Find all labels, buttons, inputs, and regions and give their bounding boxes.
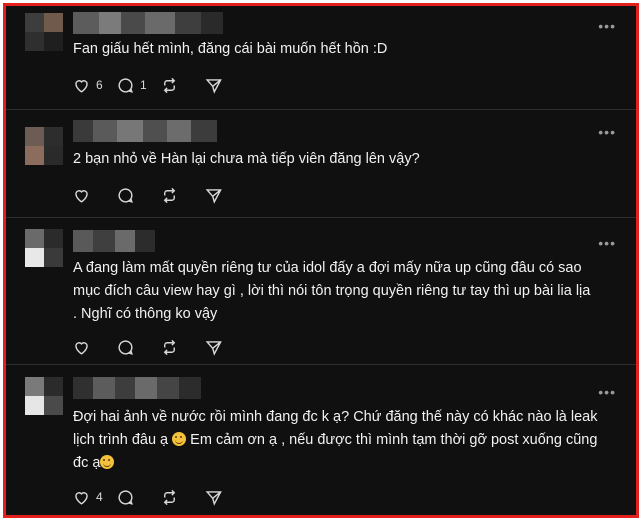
reply-button[interactable] [116,335,160,359]
username-pixelated[interactable] [73,377,201,399]
repost-icon [163,489,176,505]
heart-icon [75,189,88,203]
avatar[interactable] [25,377,63,415]
heart-icon [75,341,88,355]
comment-post: ••• Fan giấu hết mình, đăng cái bài muốn… [6,6,636,109]
reply-button[interactable] [116,183,160,207]
like-button[interactable] [72,335,116,359]
avatar[interactable] [25,229,63,267]
share-button[interactable] [204,73,248,97]
share-button[interactable] [204,485,248,509]
comment-text: 2 bạn nhỏ về Hàn lại chưa mà tiếp viên đ… [73,151,420,167]
send-icon [205,78,222,94]
action-bar [72,335,248,359]
repost-button[interactable] [160,183,204,207]
repost-button[interactable] [160,485,204,509]
username-pixelated[interactable] [73,12,223,34]
heart-icon [75,491,88,505]
send-icon [205,188,222,204]
action-bar: 6 1 [72,73,248,97]
repost-icon [163,339,176,355]
comment-line: Đợi hai ảnh về nước rồi mình đang đc k ạ… [73,409,598,425]
comment-line: . Nghĩ có thông ko vậy [73,306,218,322]
comment-text: Đợi hai ảnh về nước rồi mình đang đc k ạ… [73,406,613,475]
reply-count: 1 [140,78,147,92]
like-count: 6 [96,78,103,92]
username-pixelated[interactable] [73,120,217,142]
like-count: 4 [96,490,103,504]
comment-post: ••• 2 bạn nhỏ về Hàn lại chưa mà tiếp vi… [6,109,636,218]
repost-icon [163,77,176,93]
avatar[interactable] [25,127,63,165]
comment-line: đc ạ [73,452,613,475]
comment-line: A đang làm mất quyền riêng tư của idol đ… [73,260,582,276]
more-options-button[interactable]: ••• [598,18,616,34]
comment-post: ••• Đợi hai ảnh về nước rồi mình đang đc… [6,364,636,515]
comment-icon [118,77,133,93]
repost-button[interactable] [160,73,204,97]
comment-icon [118,339,133,355]
more-options-button[interactable]: ••• [598,124,616,140]
comment-post: ••• A đang làm mất quyền riêng tư của id… [6,217,636,365]
like-button[interactable]: 4 [72,485,116,509]
like-button[interactable]: 6 [72,73,116,97]
reply-button[interactable]: 1 [116,73,160,97]
more-options-button[interactable]: ••• [598,235,616,251]
like-button[interactable] [72,183,116,207]
comment-icon [118,489,133,505]
repost-icon [163,187,176,203]
comment-text: A đang làm mất quyền riêng tư của idol đ… [73,257,613,326]
repost-button[interactable] [160,335,204,359]
smiling-face-emoji [100,455,115,469]
more-options-button[interactable]: ••• [598,384,616,400]
comment-text: Fan giấu hết mình, đăng cái bài muốn hết… [73,41,388,57]
comment-line: mục đích câu view hay gì , lời thì nói t… [73,283,591,299]
username-pixelated[interactable] [73,230,155,252]
send-icon [205,340,222,356]
threads-comment-list: ••• Fan giấu hết mình, đăng cái bài muốn… [3,3,639,518]
action-bar: 4 [72,485,248,509]
action-bar [72,183,248,207]
comment-line: lịch trình đâu ạ Em cảm ơn ạ , nếu được … [73,432,598,448]
share-button[interactable] [204,335,248,359]
avatar[interactable] [25,13,63,51]
smiling-face-emoji [172,432,187,446]
reply-button[interactable] [116,485,160,509]
send-icon [205,490,222,506]
heart-icon [75,79,88,93]
comment-icon [118,187,133,203]
share-button[interactable] [204,183,248,207]
